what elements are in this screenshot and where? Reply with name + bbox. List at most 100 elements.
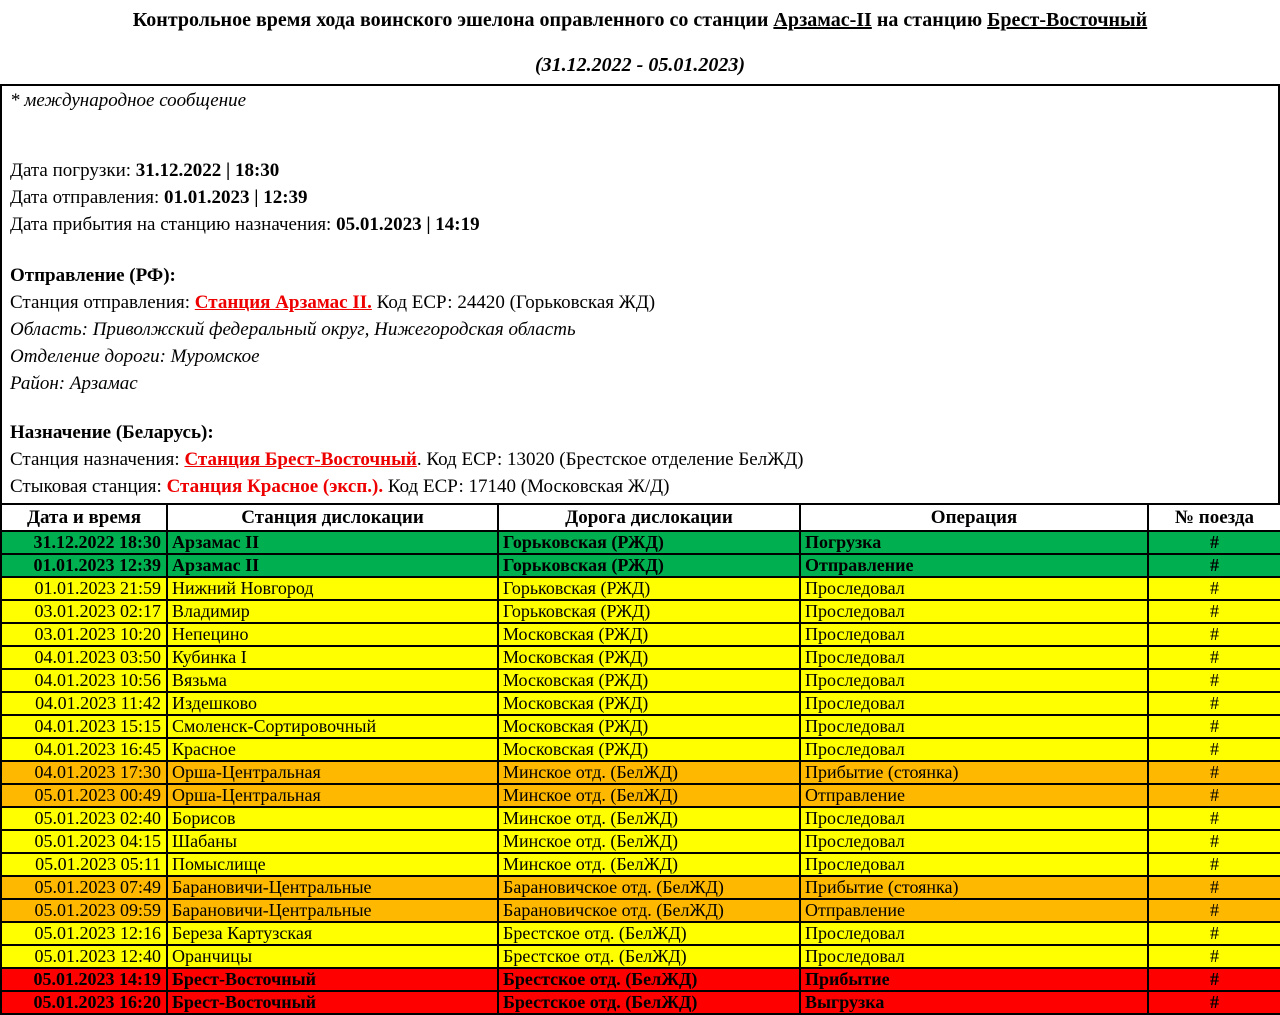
cell-station: Барановичи-Центральные bbox=[167, 899, 498, 922]
cell-road: Брестское отд. (БелЖД) bbox=[498, 945, 800, 968]
date-range-subtitle: (31.12.2022 - 05.01.2023) bbox=[0, 54, 1280, 77]
cell-road: Брестское отд. (БелЖД) bbox=[498, 968, 800, 991]
col-header-operation: Операция bbox=[800, 504, 1148, 531]
title-station-from: Арзамас-II bbox=[773, 9, 871, 31]
cell-datetime: 01.01.2023 12:39 bbox=[1, 554, 167, 577]
cell-station: Орша-Центральная bbox=[167, 784, 498, 807]
title-middle-text: на станцию bbox=[872, 9, 987, 31]
cell-datetime: 04.01.2023 10:56 bbox=[1, 669, 167, 692]
departure-station-name: Станция Арзамас II. bbox=[195, 292, 372, 313]
table-row: 05.01.2023 05:11ПомыслищеМинское отд. (Б… bbox=[1, 853, 1280, 876]
cell-train-number: # bbox=[1148, 623, 1280, 646]
table-row: 04.01.2023 17:30Орша-ЦентральнаяМинское … bbox=[1, 761, 1280, 784]
cell-road: Барановичское отд. (БелЖД) bbox=[498, 899, 800, 922]
cell-datetime: 04.01.2023 17:30 bbox=[1, 761, 167, 784]
cell-road: Минское отд. (БелЖД) bbox=[498, 853, 800, 876]
table-row: 04.01.2023 03:50Кубинка IМосковская (РЖД… bbox=[1, 646, 1280, 669]
table-row: 05.01.2023 07:49Барановичи-ЦентральныеБа… bbox=[1, 876, 1280, 899]
cell-road: Московская (РЖД) bbox=[498, 692, 800, 715]
cell-datetime: 05.01.2023 00:49 bbox=[1, 784, 167, 807]
junction-station-name: Станция Красное (эксп.). bbox=[167, 476, 384, 497]
junction-station-line: Стыковая станция: Станция Красное (эксп.… bbox=[10, 473, 1270, 500]
cell-operation: Отправление bbox=[800, 784, 1148, 807]
table-row: 04.01.2023 10:56ВязьмаМосковская (РЖД)Пр… bbox=[1, 669, 1280, 692]
cell-operation: Прибытие (стоянка) bbox=[800, 876, 1148, 899]
cell-road: Московская (РЖД) bbox=[498, 669, 800, 692]
cell-train-number: # bbox=[1148, 600, 1280, 623]
table-row: 05.01.2023 09:59Барановичи-ЦентральныеБа… bbox=[1, 899, 1280, 922]
cell-train-number: # bbox=[1148, 531, 1280, 554]
table-row: 05.01.2023 12:16Береза КартузскаяБрестск… bbox=[1, 922, 1280, 945]
col-header-datetime: Дата и время bbox=[1, 504, 167, 531]
cell-road: Московская (РЖД) bbox=[498, 715, 800, 738]
cell-station: Кубинка I bbox=[167, 646, 498, 669]
cell-operation: Проследовал bbox=[800, 738, 1148, 761]
cell-datetime: 03.01.2023 02:17 bbox=[1, 600, 167, 623]
cell-station: Нижний Новгород bbox=[167, 577, 498, 600]
cell-datetime: 05.01.2023 12:16 bbox=[1, 922, 167, 945]
international-note: * международное сообщение bbox=[10, 88, 1270, 113]
cell-train-number: # bbox=[1148, 554, 1280, 577]
cell-operation: Проследовал bbox=[800, 623, 1148, 646]
departure-date-label: Дата отправления: bbox=[10, 187, 164, 208]
cell-train-number: # bbox=[1148, 715, 1280, 738]
cell-station: Красное bbox=[167, 738, 498, 761]
cell-train-number: # bbox=[1148, 807, 1280, 830]
cell-road: Горьковская (РЖД) bbox=[498, 531, 800, 554]
cell-train-number: # bbox=[1148, 669, 1280, 692]
cell-operation: Выгрузка bbox=[800, 991, 1148, 1014]
cell-operation: Прибытие (стоянка) bbox=[800, 761, 1148, 784]
cell-train-number: # bbox=[1148, 922, 1280, 945]
departure-station-code: Код ЕСР: 24420 (Горьковская ЖД) bbox=[372, 292, 655, 313]
cell-road: Московская (РЖД) bbox=[498, 738, 800, 761]
cell-datetime: 05.01.2023 16:20 bbox=[1, 991, 167, 1014]
cell-datetime: 04.01.2023 11:42 bbox=[1, 692, 167, 715]
col-header-station: Станция дислокации bbox=[167, 504, 498, 531]
destination-section-heading: Назначение (Беларусь): bbox=[10, 419, 1270, 446]
cell-datetime: 05.01.2023 07:49 bbox=[1, 876, 167, 899]
table-row: 05.01.2023 12:40ОранчицыБрестское отд. (… bbox=[1, 945, 1280, 968]
cell-train-number: # bbox=[1148, 945, 1280, 968]
cell-road: Минское отд. (БелЖД) bbox=[498, 830, 800, 853]
cell-road: Барановичское отд. (БелЖД) bbox=[498, 876, 800, 899]
departure-section-heading: Отправление (РФ): bbox=[10, 262, 1270, 289]
cell-operation: Проследовал bbox=[800, 669, 1148, 692]
destination-station-label: Станция назначения: bbox=[10, 449, 184, 470]
departure-region-line: Область: Приволжский федеральный округ, … bbox=[10, 316, 1270, 343]
arrival-date-line: Дата прибытия на станцию назначения: 05.… bbox=[10, 211, 1270, 238]
cell-datetime: 05.01.2023 09:59 bbox=[1, 899, 167, 922]
cell-road: Горьковская (РЖД) bbox=[498, 577, 800, 600]
cell-operation: Проследовал bbox=[800, 922, 1148, 945]
cell-station: Брест-Восточный bbox=[167, 991, 498, 1014]
table-row: 01.01.2023 12:39Арзамас IIГорьковская (Р… bbox=[1, 554, 1280, 577]
cell-station: Брест-Восточный bbox=[167, 968, 498, 991]
cell-road: Горьковская (РЖД) bbox=[498, 600, 800, 623]
cell-datetime: 05.01.2023 02:40 bbox=[1, 807, 167, 830]
cell-train-number: # bbox=[1148, 899, 1280, 922]
cell-road: Брестское отд. (БелЖД) bbox=[498, 991, 800, 1014]
cell-train-number: # bbox=[1148, 761, 1280, 784]
cell-operation: Проследовал bbox=[800, 830, 1148, 853]
table-row: 03.01.2023 10:20НепециноМосковская (РЖД)… bbox=[1, 623, 1280, 646]
schedule-table: Дата и время Станция дислокации Дорога д… bbox=[0, 503, 1280, 1015]
cell-operation: Проследовал bbox=[800, 715, 1148, 738]
col-header-road: Дорога дислокации bbox=[498, 504, 800, 531]
page-title: Контрольное время хода воинского эшелона… bbox=[0, 9, 1280, 32]
table-row: 05.01.2023 16:20Брест-ВосточныйБрестское… bbox=[1, 991, 1280, 1014]
table-row: 04.01.2023 11:42ИздешковоМосковская (РЖД… bbox=[1, 692, 1280, 715]
cell-station: Владимир bbox=[167, 600, 498, 623]
table-row: 05.01.2023 02:40БорисовМинское отд. (Бел… bbox=[1, 807, 1280, 830]
cell-datetime: 04.01.2023 03:50 bbox=[1, 646, 167, 669]
cell-road: Московская (РЖД) bbox=[498, 646, 800, 669]
cell-datetime: 05.01.2023 04:15 bbox=[1, 830, 167, 853]
cell-operation: Проследовал bbox=[800, 600, 1148, 623]
departure-station-label: Станция отправления: bbox=[10, 292, 195, 313]
departure-district-line: Район: Арзамас bbox=[10, 370, 1270, 397]
cell-operation: Проследовал bbox=[800, 577, 1148, 600]
cell-road: Минское отд. (БелЖД) bbox=[498, 784, 800, 807]
cell-station: Оранчицы bbox=[167, 945, 498, 968]
cell-train-number: # bbox=[1148, 784, 1280, 807]
departure-date-value: 01.01.2023 | 12:39 bbox=[164, 187, 308, 208]
cell-train-number: # bbox=[1148, 692, 1280, 715]
destination-station-name: Станция Брест-Восточный bbox=[184, 449, 416, 470]
